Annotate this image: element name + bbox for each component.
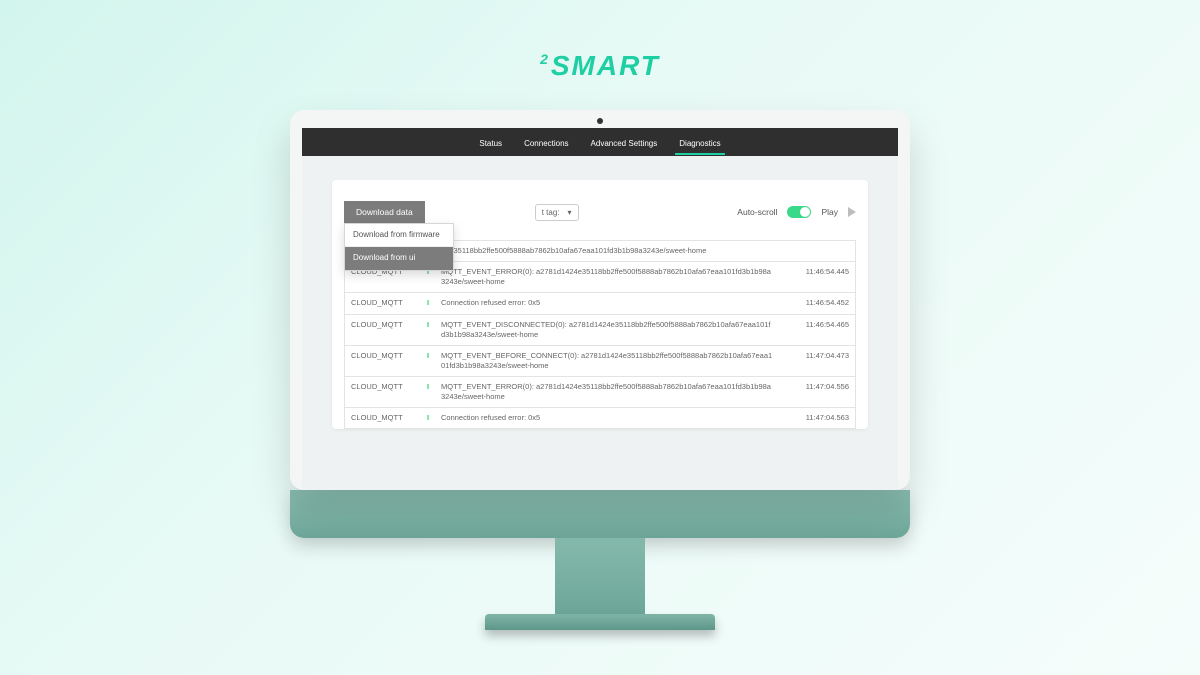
play-icon[interactable]	[848, 207, 856, 217]
brand-sup: 2	[540, 51, 550, 67]
play-label: Play	[821, 207, 838, 217]
device-stand-neck	[555, 538, 645, 614]
log-level: I	[427, 413, 433, 422]
log-level: I	[427, 298, 433, 307]
app-viewport: Status Connections Advanced Settings Diagno…	[302, 128, 898, 490]
download-menu-item[interactable]: Download from ui	[345, 247, 453, 269]
log-source: CLOUD_MQTT	[351, 413, 419, 422]
log-row: CLOUD_MQTT I MQTT_EVENT_DISCONNECTED(0): a…	[345, 315, 855, 346]
brand-text: SMART	[551, 50, 660, 82]
log-message: 24e35118bb2ffe500f5888ab7862b10afa67eaa1…	[441, 246, 779, 256]
download-menu: Download from firmwareDownload from ui	[344, 223, 454, 271]
log-row: CLOUD_MQTT I Connection refused error: 0x5…	[345, 293, 855, 314]
device-stand-base	[485, 614, 715, 630]
camera-dot-icon	[597, 118, 603, 124]
tag-select-box[interactable]: t tag: ▾	[535, 204, 579, 221]
tag-select: t tag: ▾	[535, 204, 579, 221]
page-body: Download data Download from firmwareDown…	[302, 156, 898, 429]
tab-advanced-settings[interactable]: Advanced Settings	[587, 131, 662, 154]
log-timestamp: 11:46:54.452	[787, 298, 849, 307]
log-level: I	[427, 351, 433, 360]
log-message: Connection refused error: 0x5	[441, 298, 779, 308]
device-chin	[290, 490, 910, 538]
log-source: CLOUD_MQTT	[351, 320, 419, 329]
toolbar: Download data Download from firmwareDown…	[344, 192, 856, 232]
tab-diagnostics[interactable]: Diagnostics	[675, 131, 724, 154]
top-nav: Status Connections Advanced Settings Diagno…	[302, 128, 898, 156]
log-timestamp: 11:46:54.445	[787, 267, 849, 276]
log-message: MQTT_EVENT_DISCONNECTED(0): a2781d1424e3…	[441, 320, 779, 340]
download-menu-item[interactable]: Download from firmware	[345, 224, 453, 247]
device-frame: Status Connections Advanced Settings Diagno…	[290, 110, 910, 630]
autoscroll-toggle[interactable]	[787, 206, 811, 218]
log-timestamp: 11:46:54.465	[787, 320, 849, 329]
log-message: Connection refused error: 0x5	[441, 413, 779, 423]
tag-select-label: t tag:	[542, 208, 560, 217]
log-level: I	[427, 382, 433, 391]
download-data-button[interactable]: Download data	[344, 201, 425, 223]
tab-connections[interactable]: Connections	[520, 131, 572, 154]
tab-status[interactable]: Status	[475, 131, 506, 154]
log-message: MQTT_EVENT_ERROR(0): a2781d1424e35118bb2…	[441, 267, 779, 287]
chevron-down-icon: ▾	[568, 208, 572, 217]
screen-bezel: Status Connections Advanced Settings Diagno…	[290, 110, 910, 490]
log-message: MQTT_EVENT_ERROR(0): a2781d1424e35118bb2…	[441, 382, 779, 402]
log-row: CLOUD_MQTT I MQTT_EVENT_ERROR(0): a2781d14…	[345, 377, 855, 408]
log-source: CLOUD_MQTT	[351, 382, 419, 391]
autoscroll-label: Auto-scroll	[737, 207, 777, 217]
download-dropdown: Download data Download from firmwareDown…	[344, 201, 425, 223]
log-timestamp: 11:47:04.563	[787, 413, 849, 422]
log-timestamp: 11:47:04.556	[787, 382, 849, 391]
diagnostics-panel: Download data Download from firmwareDown…	[332, 180, 868, 429]
log-source: CLOUD_MQTT	[351, 351, 419, 360]
log-timestamp: 11:47:04.473	[787, 351, 849, 360]
brand-logo: 2 SMART	[540, 50, 660, 82]
log-source: CLOUD_MQTT	[351, 298, 419, 307]
log-row: CLOUD_MQTT I Connection refused error: 0x5…	[345, 408, 855, 429]
right-controls: Auto-scroll Play	[737, 206, 856, 218]
log-level: I	[427, 320, 433, 329]
log-row: CLOUD_MQTT I MQTT_EVENT_BEFORE_CONNECT(0):…	[345, 346, 855, 377]
log-message: MQTT_EVENT_BEFORE_CONNECT(0): a2781d1424…	[441, 351, 779, 371]
